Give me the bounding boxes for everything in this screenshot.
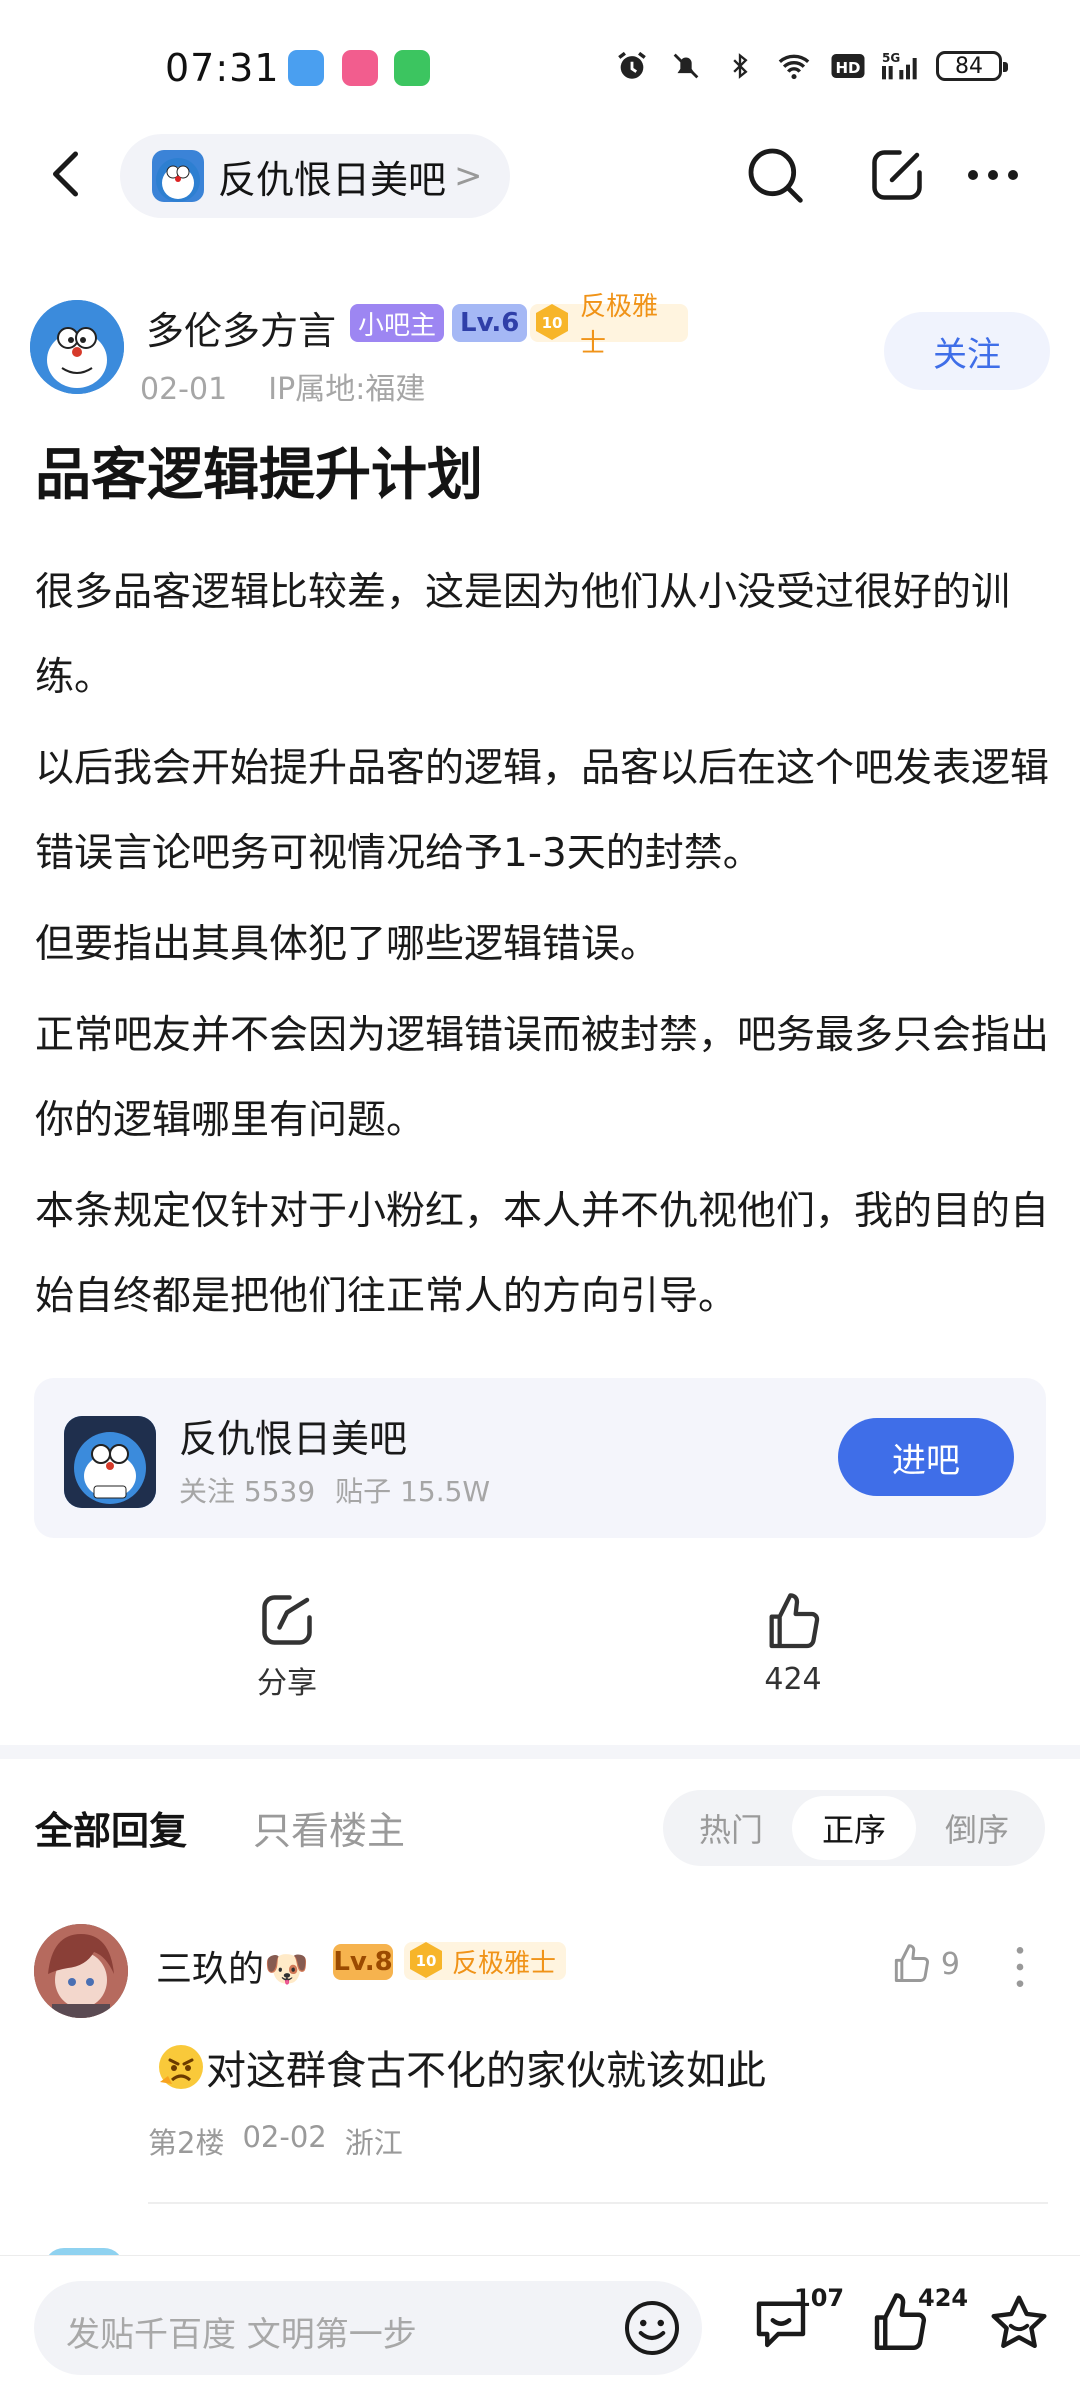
comment-more-icon[interactable]: [1010, 1942, 1030, 1992]
reply-input-placeholder: 发贴千百度 文明第一步: [66, 2315, 417, 2355]
status-bar: 07:31 HD 5G 84: [0, 0, 1080, 140]
edit-post-icon[interactable]: [862, 140, 932, 210]
commenter-title-label: 反极雅士: [452, 1948, 557, 1979]
search-icon[interactable]: [740, 140, 810, 210]
sort-hot[interactable]: 热门: [669, 1796, 793, 1860]
commenter-medal-level: 10: [416, 1952, 437, 1970]
like-count: 424: [764, 1662, 822, 1697]
wifi-icon: [774, 46, 814, 86]
tab-op-only[interactable]: 只看楼主: [253, 1800, 405, 1855]
bottom-bar: 发贴千百度 文明第一步 107 424: [0, 2255, 1080, 2400]
enter-forum-button[interactable]: 进吧: [838, 1418, 1014, 1496]
forum-avatar: [152, 150, 204, 202]
forum-card-avatar: [64, 1416, 156, 1508]
title-badge-label: 反极雅士: [580, 292, 659, 359]
level-badge: Lv.6: [452, 304, 528, 342]
star-favorite-icon[interactable]: [986, 2290, 1052, 2356]
forum-card-name: 反仇恨日美吧: [179, 1417, 408, 1461]
post-paragraph: 正常吧友并不会因为逻辑错误而被封禁，吧务最多只会指出你的逻辑哪里有问题。: [35, 1013, 1050, 1143]
comment-text-content: 对这群食古不化的家伙就该如此: [206, 2048, 766, 2094]
reply-input[interactable]: 发贴千百度 文明第一步: [34, 2281, 702, 2375]
forum-post-count: 贴子 15.5W: [335, 1475, 491, 1508]
comment-floor: 第2楼: [148, 2126, 225, 2160]
commenter-avatar[interactable]: [34, 1924, 128, 2018]
weather-app-icon: [288, 50, 324, 86]
comment-item: 三玖的🐶 Lv.8 10 反极雅士 9 对这群食古不化的家伙就该如此 第2楼 0…: [0, 1920, 1080, 2204]
hd-icon: HD: [828, 46, 868, 86]
back-icon[interactable]: [38, 144, 98, 204]
more-icon[interactable]: [958, 140, 1028, 210]
post-paragraph: 但要指出其具体犯了哪些逻辑错误。: [35, 922, 660, 967]
post-paragraph: 以后我会开始提升品客的逻辑，品客以后在这个吧发表逻辑错误言论吧务可视情况给予1-…: [35, 746, 1050, 876]
forum-card[interactable]: 反仇恨日美吧 关注 5539 贴子 15.5W 进吧: [34, 1378, 1046, 1538]
svg-text:5G: 5G: [882, 51, 900, 65]
like-button[interactable]: 424: [713, 1590, 873, 1697]
forum-card-stats: 关注 5539 贴子 15.5W: [179, 1470, 490, 1510]
comment-like-count: 9: [940, 1946, 960, 1982]
medal-level: 10: [542, 314, 563, 332]
medal-icon: 10: [410, 1942, 442, 1978]
share-button[interactable]: 分享: [207, 1590, 367, 1702]
comment-text: 对这群食古不化的家伙就该如此: [156, 2038, 766, 2096]
post-author: 多伦多方言 小吧主 Lv.6 10 反极雅士 02-01 IP属地:福建 关注: [30, 292, 1050, 407]
section-divider: [0, 1745, 1080, 1759]
angry-emoji-icon: [159, 2045, 203, 2089]
author-avatar[interactable]: [30, 300, 124, 394]
svg-text:HD: HD: [835, 59, 860, 77]
post-paragraph: 本条规定仅针对于小粉红，本人并不仇视他们，我的目的自始自终都是把他们往正常人的方…: [35, 1189, 1050, 1319]
title-badge: 10 反极雅士: [530, 292, 688, 359]
thumbs-up-icon: [894, 1944, 929, 1982]
author-name[interactable]: 多伦多方言: [146, 300, 336, 355]
tab-all-replies[interactable]: 全部回复: [35, 1800, 187, 1855]
bluetooth-icon: [720, 46, 760, 86]
top-nav-bar: 反仇恨日美吧 >: [0, 130, 1080, 220]
post-body: 很多品客逻辑比较差，这是因为他们从小没受过很好的训练。 以后我会开始提升品客的逻…: [35, 550, 1050, 1345]
commenter-name[interactable]: 三玖的🐶: [156, 1940, 309, 1992]
follow-button[interactable]: 关注: [884, 312, 1050, 390]
share-label: 分享: [257, 1666, 317, 1701]
comment-meta: 第2楼 02-02 浙江: [148, 2120, 403, 2162]
post-actions: 分享 424: [0, 1590, 1080, 1720]
bottom-like-count: 424: [918, 2284, 969, 2312]
share-icon: [262, 1595, 312, 1645]
forum-followers: 关注 5539: [179, 1475, 316, 1508]
sort-ascending[interactable]: 正序: [792, 1796, 916, 1860]
medal-icon: 10: [532, 302, 572, 342]
commenter-level-badge: Lv.8: [333, 1944, 393, 1980]
forum-name: 反仇恨日美吧: [218, 157, 447, 202]
commenter-title-badge: 10 反极雅士: [404, 1942, 566, 1980]
reply-tabs: 全部回复 只看楼主 热门 正序 倒序: [0, 1790, 1080, 1870]
post-date: 02-01: [140, 372, 228, 407]
signal-5g-icon: 5G: [882, 46, 922, 86]
comment-date: 02-02: [242, 2120, 327, 2154]
comment-location: 浙江: [344, 2126, 403, 2160]
messages-app-icon: [394, 50, 430, 86]
comment-count: 107: [794, 2284, 845, 2312]
sort-descending[interactable]: 倒序: [915, 1796, 1039, 1860]
comment-like-button[interactable]: 9: [889, 1942, 960, 1986]
bilibili-app-icon: [342, 50, 378, 86]
comment-divider: [148, 2202, 1048, 2204]
alarm-icon: [612, 46, 652, 86]
ip-location: IP属地:福建: [268, 372, 426, 407]
battery-icon: 84: [936, 51, 1008, 81]
post-meta: 02-01 IP属地:福建: [140, 364, 425, 408]
sort-selector: 热门 正序 倒序: [663, 1790, 1045, 1866]
emoji-icon[interactable]: [622, 2298, 682, 2358]
mute-icon: [666, 46, 706, 86]
status-time: 07:31: [165, 46, 280, 90]
post-paragraph: 很多品客逻辑比较差，这是因为他们从小没受过很好的训练。: [35, 570, 1011, 700]
thumbs-up-icon: [769, 1593, 820, 1649]
forum-header-pill[interactable]: 反仇恨日美吧 >: [120, 134, 510, 218]
chevron-right-icon: >: [454, 156, 483, 196]
moderator-badge: 小吧主: [350, 304, 445, 342]
post-title: 品客逻辑提升计划: [35, 443, 483, 508]
